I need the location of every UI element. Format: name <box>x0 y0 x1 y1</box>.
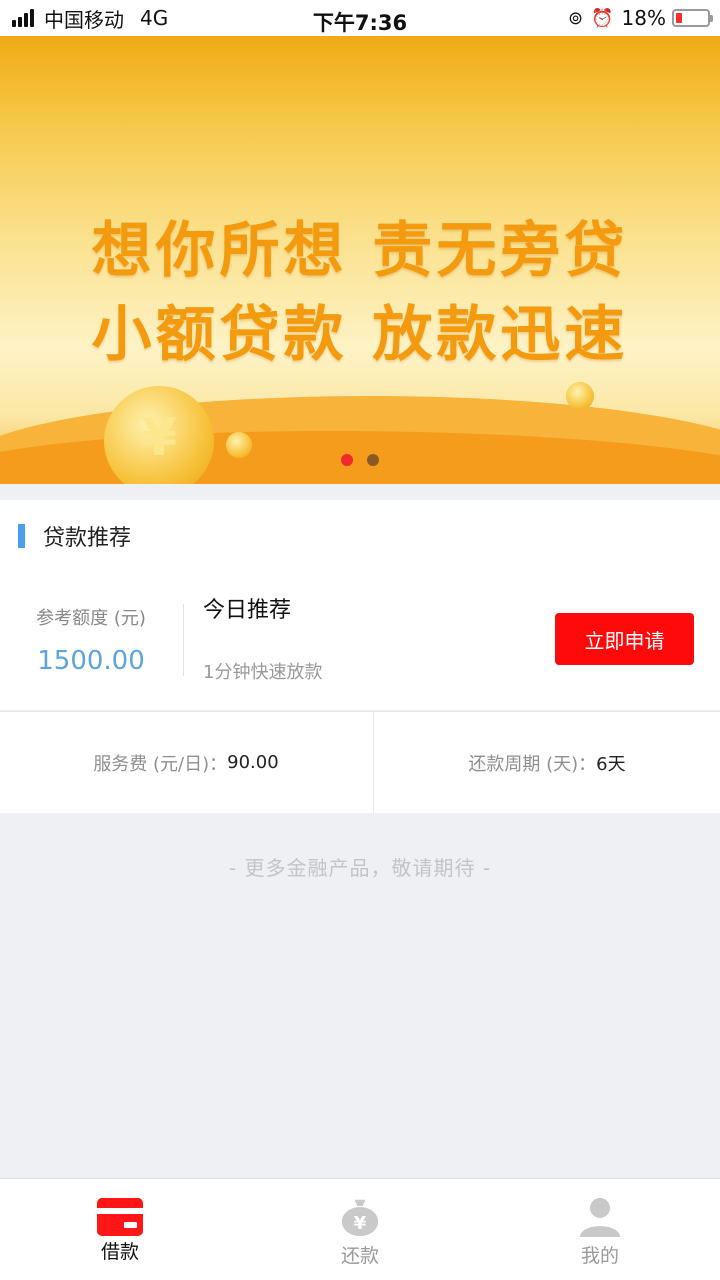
tab-repay[interactable]: ¥ 还款 <box>240 1179 480 1280</box>
promo-banner[interactable]: ¥ 想你所想 责无旁贷 小额贷款 放款迅速 <box>0 36 720 484</box>
tab-borrow[interactable]: 借款 <box>0 1179 240 1280</box>
section-title: 贷款推荐 <box>43 526 132 551</box>
tab-mine-label: 我的 <box>580 1245 619 1267</box>
amount-label: 参考额度 (元) <box>36 608 146 629</box>
banner-headline-1: 想你所想 责无旁贷 <box>91 216 629 286</box>
money-bag-icon: ¥ <box>341 1199 379 1237</box>
carousel-dot-active[interactable] <box>341 454 353 466</box>
service-fee-label: 服务费 (元/日)： <box>93 753 228 775</box>
repayment-period-value: 6天 <box>596 753 626 775</box>
apply-now-button[interactable]: 立即申请 <box>555 613 694 665</box>
loan-info-row: 服务费 (元/日)： 90.00 还款周期 (天)： 6天 <box>0 711 720 813</box>
amount-value: 1500.00 <box>37 646 145 676</box>
tab-mine[interactable]: 我的 <box>480 1179 720 1280</box>
battery-icon <box>672 9 713 27</box>
svg-text:¥: ¥ <box>354 1213 367 1234</box>
tab-borrow-label: 借款 <box>100 1241 139 1263</box>
loan-card[interactable]: 参考额度 (元) 1500.00 今日推荐 1分钟快速放款 立即申请 <box>0 572 720 710</box>
status-bar: 中国移动 4G 下午7:36 ⊚ ⏰ 18% <box>0 0 720 36</box>
repayment-period: 还款周期 (天)： 6天 <box>373 712 720 813</box>
card-icon <box>97 1198 143 1236</box>
more-products-note: - 更多金融产品，敬请期待 - <box>228 856 492 880</box>
bottom-tab-bar: 借款 ¥ 还款 我的 <box>0 1178 720 1280</box>
divider <box>183 604 184 676</box>
repayment-period-label: 还款周期 (天)： <box>468 753 597 775</box>
alarm-icon: ⏰ <box>591 7 614 29</box>
section-header: 贷款推荐 <box>0 500 720 572</box>
coin-icon <box>566 382 594 410</box>
banner-headline-2: 小额贷款 放款迅速 <box>91 300 629 370</box>
user-icon <box>580 1197 620 1237</box>
rotation-lock-icon: ⊚ <box>568 7 584 29</box>
coin-icon: ¥ <box>104 386 214 484</box>
tab-repay-label: 还款 <box>340 1245 379 1267</box>
section-accent-bar <box>18 524 25 548</box>
product-subtitle: 1分钟快速放款 <box>203 662 323 683</box>
service-fee-value: 90.00 <box>227 752 279 773</box>
battery-percent: 18% <box>621 6 666 30</box>
carousel-dot[interactable] <box>367 454 379 466</box>
service-fee: 服务费 (元/日)： 90.00 <box>0 712 372 813</box>
product-title: 今日推荐 <box>203 598 292 623</box>
carousel-indicator <box>0 454 720 466</box>
